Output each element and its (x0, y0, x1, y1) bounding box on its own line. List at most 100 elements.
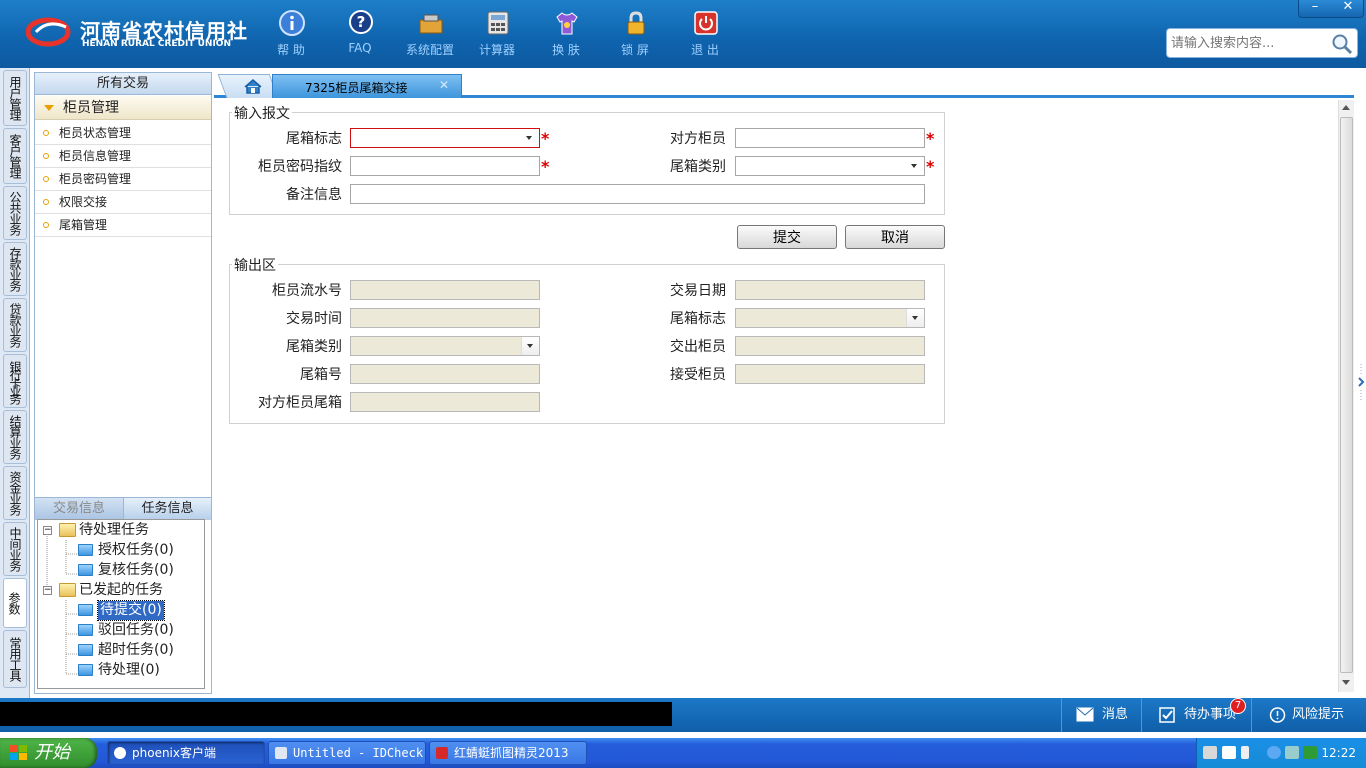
task-folder-icon (78, 544, 93, 556)
vtab-common-tools[interactable]: 常用工具 (3, 630, 27, 688)
menu-item-teller-password[interactable]: 柜员密码管理 (35, 168, 211, 191)
messages-button[interactable]: 消息 (1061, 698, 1141, 732)
vtab-public-business[interactable]: 公共业务 (3, 186, 27, 240)
vtab-loan-business[interactable]: 贷款业务 (3, 298, 27, 352)
box-type-select[interactable] (735, 156, 925, 176)
teller-password-input[interactable] (350, 156, 540, 176)
required-mark: * (926, 157, 935, 176)
vtab-bank-card-business[interactable]: 银行卡业务 (3, 354, 27, 408)
faq-icon: ? (349, 10, 373, 34)
power-icon (694, 11, 718, 35)
collapse-toggle-icon[interactable]: − (43, 526, 52, 535)
faq-button[interactable]: ? FAQ (330, 8, 390, 64)
submit-button[interactable]: 提交 (737, 225, 837, 249)
taskbar-item-idcheck[interactable]: Untitled - IDCheck (268, 741, 426, 765)
trade-time-label: 交易时间 (286, 311, 342, 327)
close-tab-icon[interactable]: ✕ (439, 78, 449, 92)
minimize-button[interactable]: – (1299, 0, 1331, 14)
peer-box-field (350, 392, 540, 412)
lock-screen-button[interactable]: 锁 屏 (605, 8, 665, 64)
task-folder-icon (78, 564, 93, 576)
content-scrollbar[interactable] (1338, 100, 1354, 692)
vtab-user-management[interactable]: 用户管理 (3, 70, 27, 126)
bullet-icon (43, 176, 49, 182)
menu-item-teller-status[interactable]: 柜员状态管理 (35, 122, 211, 145)
menu-item-tail-box[interactable]: 尾箱管理 (35, 214, 211, 237)
chevron-down-icon[interactable] (906, 157, 924, 175)
module-vertical-tabs: 用户管理 客户管理 公共业务 存款业务 贷款业务 银行卡业务 结算业务 资金业务… (0, 68, 30, 698)
keyboard-icon[interactable] (1203, 746, 1217, 759)
change-skin-button[interactable]: 换 肤 (536, 8, 596, 64)
bullet-icon (43, 153, 49, 159)
todo-count-badge: 7 (1230, 698, 1246, 714)
lock-screen-label: 锁 屏 (621, 43, 649, 57)
faq-label: FAQ (348, 41, 372, 55)
system-tray: 12:22 (1196, 738, 1366, 768)
menu-item-label: 柜员信息管理 (59, 149, 132, 163)
required-mark: * (926, 129, 935, 148)
scroll-up-icon[interactable] (1342, 105, 1350, 110)
notification-icon[interactable] (1241, 746, 1249, 759)
chevron-down-icon[interactable] (521, 129, 539, 147)
calculator-button[interactable]: 计算器 (467, 8, 527, 64)
search-box (1166, 28, 1358, 58)
lock-icon (627, 11, 645, 35)
remark-input[interactable] (350, 184, 925, 204)
windows-logo-icon (10, 745, 27, 760)
menu-item-permission-handover[interactable]: 权限交接 (35, 191, 211, 214)
risk-alert-button[interactable]: 风险提示 (1251, 698, 1366, 732)
folder-icon (59, 583, 76, 597)
scroll-down-icon[interactable] (1342, 680, 1350, 685)
peer-teller-label: 对方柜员 (670, 131, 726, 147)
peer-teller-input[interactable] (735, 128, 925, 148)
start-button[interactable]: 开始 (0, 738, 97, 768)
vtab-intermediate-business[interactable]: 中间业务 (3, 522, 27, 576)
box-number-field (350, 364, 540, 384)
checkbox-icon (1159, 707, 1175, 723)
vtab-fund-business[interactable]: 资金业务 (3, 466, 27, 520)
search-icon[interactable] (1331, 33, 1353, 55)
tab-transaction-info[interactable]: 交易信息 (35, 498, 123, 520)
tab-teller-box-handover[interactable]: 7325柜员尾箱交接 ✕ (272, 74, 462, 98)
status-bar: 消息 待办事项 7 风险提示 (0, 698, 1366, 732)
vtab-customer-management[interactable]: 客户管理 (3, 128, 27, 184)
folder-icon (59, 523, 76, 537)
vtab-parameters[interactable]: 参数 (3, 578, 27, 628)
help-button[interactable]: 帮 助 (261, 8, 321, 64)
exit-button[interactable]: 退 出 (675, 8, 735, 64)
back-arrow-icon[interactable] (1267, 746, 1281, 759)
taskbar-item-phoenix[interactable]: phoenix客户端 (107, 741, 265, 765)
trade-date-label: 交易日期 (670, 283, 726, 299)
network-icon[interactable] (1285, 746, 1299, 759)
cancel-button[interactable]: 取消 (845, 225, 945, 249)
todo-button[interactable]: 待办事项 7 (1141, 698, 1251, 732)
antivirus-icon[interactable] (1303, 746, 1317, 759)
handover-teller-field (735, 336, 925, 356)
vtab-deposit-business[interactable]: 存款业务 (3, 242, 27, 296)
calculator-icon (487, 11, 509, 35)
close-window-button[interactable]: ✕ (1332, 0, 1364, 14)
output-box-flag-select (735, 308, 925, 328)
output-box-type-select (350, 336, 540, 356)
teller-management-group[interactable]: 柜员管理 (35, 96, 211, 120)
collapse-toggle-icon[interactable]: − (43, 586, 52, 595)
chevron-down-icon (521, 337, 539, 355)
taskbar-item-screenshot-tool[interactable]: 红蜻蜓抓图精灵2013 (429, 741, 587, 765)
expand-triangle-icon (44, 105, 54, 111)
help-tray-icon[interactable] (1222, 746, 1236, 759)
box-flag-select[interactable] (350, 128, 540, 148)
vtab-settlement-business[interactable]: 结算业务 (3, 410, 27, 464)
menu-item-teller-info[interactable]: 柜员信息管理 (35, 145, 211, 168)
system-config-button[interactable]: 系统配置 (400, 8, 460, 64)
scroll-thumb[interactable] (1340, 117, 1353, 673)
window-controls: – ✕ (1298, 0, 1364, 18)
tab-home[interactable] (217, 74, 279, 98)
side-collapse-handle-icon[interactable] (1356, 362, 1366, 402)
box-number-label: 尾箱号 (300, 367, 342, 383)
serial-number-label: 柜员流水号 (272, 283, 342, 299)
tab-task-info[interactable]: 任务信息 (123, 498, 211, 520)
search-input[interactable] (1171, 34, 1331, 52)
peer-box-label: 对方柜员尾箱 (258, 395, 342, 411)
all-transactions-header[interactable]: 所有交易 (35, 73, 211, 95)
handover-teller-label: 交出柜员 (670, 339, 726, 355)
